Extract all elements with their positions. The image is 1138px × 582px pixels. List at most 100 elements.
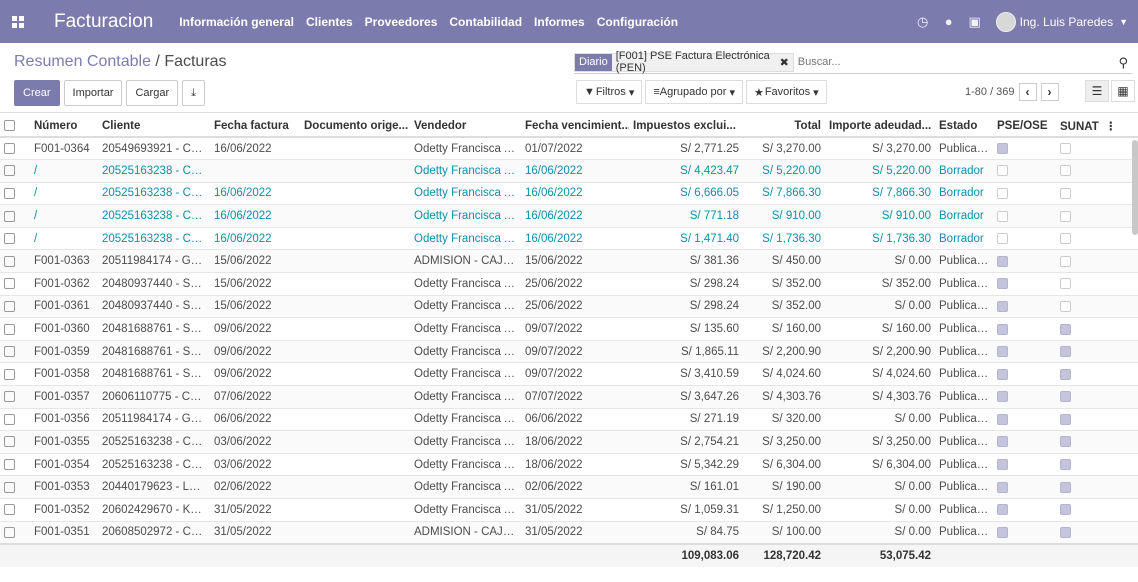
action-buttons: Crear Importar Cargar ⤓ [14,80,209,106]
cell-fecha-factura: 02/06/2022 [210,475,300,499]
filters-button[interactable]: ▼ Filtros ▾ [576,80,643,104]
row-checkbox[interactable] [0,339,30,363]
col-cliente[interactable]: Cliente [98,115,210,138]
menu-informes[interactable]: Informes [534,15,585,29]
table-row[interactable]: F001-0362 20480937440 - SE... 15/06/2022 Od… [0,272,1138,296]
pager-previous-icon[interactable]: ‹ [1018,83,1037,101]
app-brand[interactable]: Facturacion [54,11,153,33]
list-view-icon[interactable]: ☰ [1085,80,1109,102]
row-checkbox[interactable] [0,430,30,454]
table-row[interactable]: F001-0358 20481688761 - SE... 09/06/2022 Od… [0,362,1138,386]
row-checkbox[interactable] [0,362,30,386]
cell-numero: / [30,181,98,205]
menu-clientes[interactable]: Clientes [306,15,353,29]
pager-next-icon[interactable]: › [1040,83,1059,101]
search-icon[interactable]: ⚲ [1118,55,1128,71]
cell-importe-adeudado: S/ 2,200.90 [825,339,935,363]
cell-importe-adeudado: S/ 0.00 [825,294,935,318]
user-name[interactable]: Ing. Luis Paredes [1020,15,1113,29]
chevron-down-icon[interactable]: ▼ [1119,17,1128,27]
menu-informacion-general[interactable]: Información general [179,15,294,29]
col-impuestos[interactable]: Impuestos exclui... [629,115,743,138]
table-row[interactable]: /20525163238 - CA... 16/06/2022 Odetty Fra… [0,204,1138,228]
row-checkbox[interactable] [0,249,30,273]
cell-estado: Publicado [935,249,993,273]
favorites-label: Favoritos [764,86,811,98]
cell-sunat-checkbox [1056,272,1138,296]
table-row[interactable]: F001-0359 20481688761 - SE... 09/06/2022 Od… [0,339,1138,363]
breadcrumb-parent[interactable]: Resumen Contable [14,53,151,70]
row-checkbox[interactable] [0,498,30,522]
create-button[interactable]: Crear [14,80,60,106]
gift-icon[interactable]: ▣ [962,14,988,30]
scrollbar[interactable] [1132,140,1138,235]
pager-value[interactable]: 1-80 / 369 [965,86,1015,98]
row-checkbox[interactable] [0,317,30,341]
col-total[interactable]: Total [743,115,825,138]
groupby-button[interactable]: ≡ Agrupado por ▾ [645,80,744,104]
row-checkbox[interactable] [0,272,30,296]
cell-vendedor: Odetty Francisca A... [410,475,521,499]
table-row[interactable]: F001-0363 20511984174 - GR... 15/06/2022 AD… [0,249,1138,273]
row-checkbox[interactable] [0,159,30,183]
filter-icon: ▼ [584,86,596,98]
cell-importe-adeudado: S/ 6,304.00 [825,452,935,476]
row-checkbox[interactable] [0,407,30,431]
col-sunat[interactable]: SUNAT ⋮ [1056,115,1138,138]
table-row[interactable]: F001-0360 20481688761 - SE... 09/06/2022 Od… [0,317,1138,341]
table-row[interactable]: F001-0356 20511984174 - GR... 06/06/2022 Od… [0,407,1138,431]
cell-total: S/ 6,304.00 [743,452,825,476]
table-row[interactable]: F001-0354 20525163238 - CA... 03/06/2022 Od… [0,452,1138,476]
table-row[interactable]: F001-0353 20440179623 - LA ... 02/06/2022 O… [0,475,1138,499]
table-row[interactable]: F001-0351 20608502972 - CO... 31/05/2022 AD… [0,520,1138,544]
row-checkbox[interactable] [0,136,30,160]
table-row[interactable]: F001-0355 20525163238 - CA... 03/06/2022 Od… [0,430,1138,454]
col-pse-ose[interactable]: PSE/OSE [993,115,1056,138]
cell-impuestos: S/ 381.36 [629,249,743,273]
table-row[interactable]: /20525163238 - CA... 16/06/2022 Odetty Fra… [0,226,1138,250]
row-checkbox[interactable] [0,385,30,409]
table-row[interactable]: /20525163238 - CA... 16/06/2022 Odetty Fra… [0,181,1138,205]
cell-fecha-vencimiento: 31/05/2022 [521,520,629,544]
download-icon[interactable]: ⤓ [182,80,205,106]
facet-category: Diario [575,53,612,71]
row-checkbox[interactable] [0,294,30,318]
select-all-checkbox[interactable] [0,115,30,138]
cell-impuestos: S/ 2,754.21 [629,430,743,454]
col-numero[interactable]: Número [30,115,98,138]
col-vendedor[interactable]: Vendedor [410,115,521,138]
apps-menu-icon[interactable] [0,0,36,43]
close-icon[interactable]: ✖ [780,56,793,69]
col-importe-adeudado[interactable]: Importe adeudad... [825,115,935,138]
table-row[interactable]: /20525163238 - CA... Odetty Francisca A..… [0,159,1138,183]
col-estado[interactable]: Estado [935,115,993,138]
table-row[interactable]: F001-0361 20480937440 - SE... 15/06/2022 Od… [0,294,1138,318]
col-fecha-factura[interactable]: Fecha factura [210,115,300,138]
search-input[interactable] [793,56,1132,68]
cell-fecha-factura: 16/06/2022 [210,226,300,250]
kanban-view-icon[interactable]: ▦ [1111,80,1135,102]
cell-documento-origen [300,181,410,205]
upload-button[interactable]: Cargar [126,80,179,106]
avatar[interactable] [995,11,1016,32]
row-checkbox[interactable] [0,452,30,476]
table-row[interactable]: F001-0357 20606110775 - CO... 07/06/2022 Od… [0,385,1138,409]
menu-contabilidad[interactable]: Contabilidad [449,15,522,29]
clock-icon[interactable]: ◷ [910,14,936,30]
chat-icon[interactable]: ● [936,14,962,29]
row-checkbox[interactable] [0,204,30,228]
cell-importe-adeudado: S/ 0.00 [825,498,935,522]
cell-total: S/ 3,250.00 [743,430,825,454]
row-checkbox[interactable] [0,226,30,250]
table-row[interactable]: F001-0364 20549693921 - CE... 16/06/2022 Od… [0,136,1138,160]
row-checkbox[interactable] [0,181,30,205]
row-checkbox[interactable] [0,475,30,499]
col-fecha-vencimiento[interactable]: Fecha vencimient... [521,115,629,138]
col-documento-origen[interactable]: Documento orige... [300,115,410,138]
table-row[interactable]: F001-0352 20602429670 - KO... 31/05/2022 Od… [0,498,1138,522]
menu-configuracion[interactable]: Configuración [597,15,678,29]
menu-proveedores[interactable]: Proveedores [365,15,438,29]
row-checkbox[interactable] [0,520,30,544]
import-button[interactable]: Importar [63,80,123,106]
favorites-button[interactable]: ★ Favoritos ▾ [746,80,827,104]
